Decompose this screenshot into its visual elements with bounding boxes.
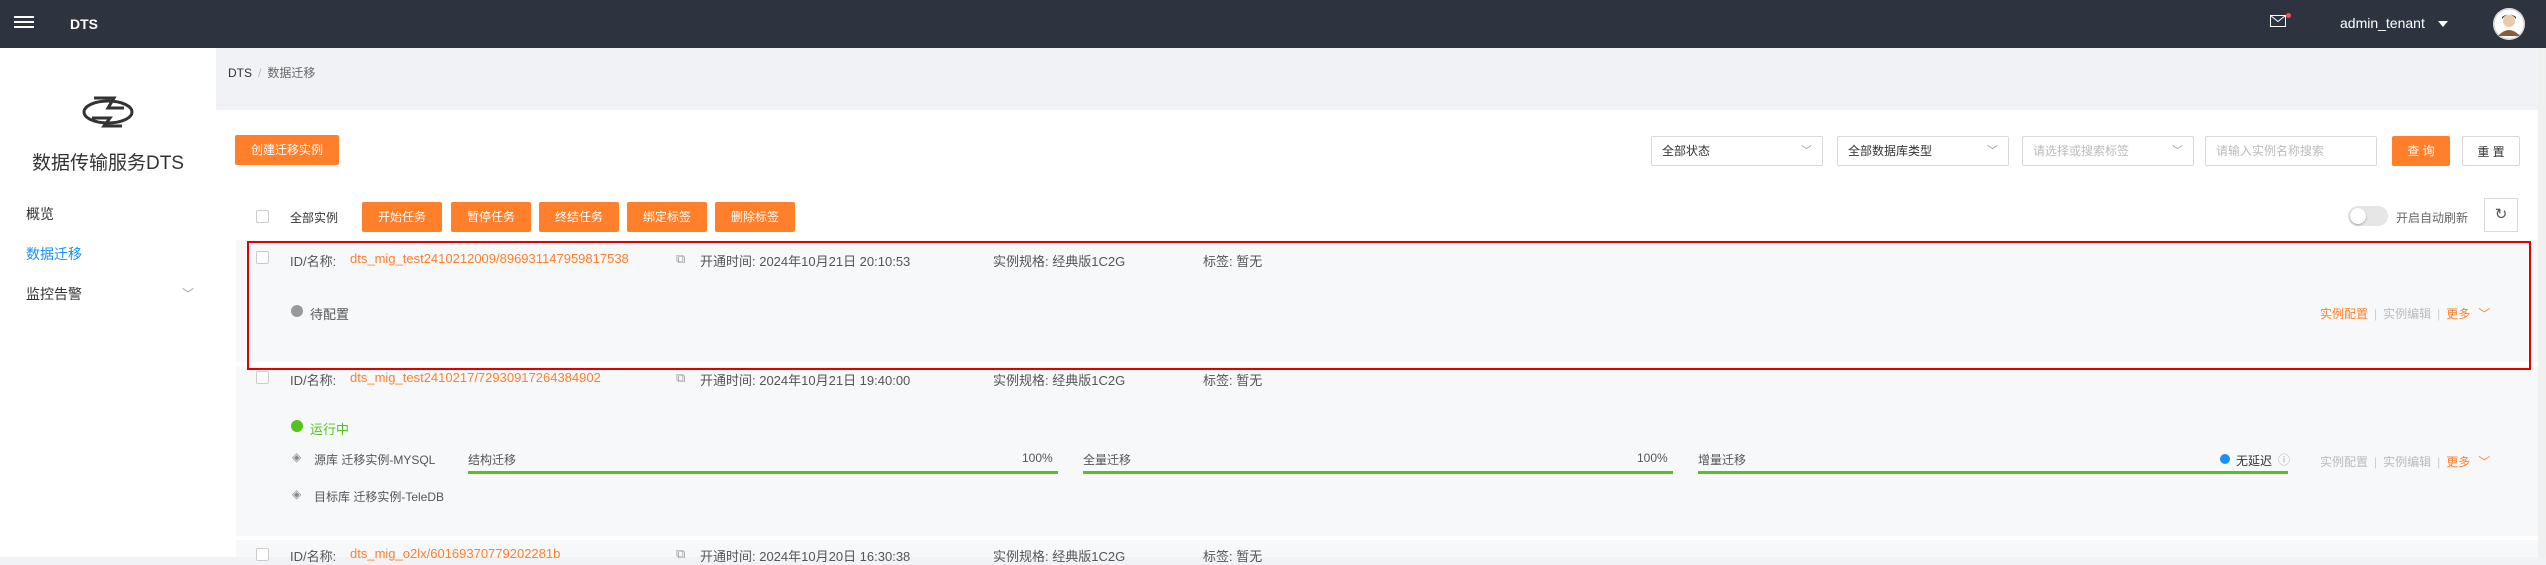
start-task-button[interactable]: 开始任务 (362, 202, 442, 232)
chevron-down-icon: ﹀ (2172, 145, 2183, 157)
query-button[interactable]: 查 询 (2392, 136, 2450, 166)
breadcrumb-current: 数据迁移 (267, 66, 316, 80)
auto-refresh-toggle[interactable] (2348, 206, 2388, 226)
sidebar-item-migration[interactable]: 数据迁移 (0, 234, 216, 274)
stop-task-button[interactable]: 终结任务 (539, 202, 619, 232)
pending-status-icon (291, 305, 303, 317)
delete-tag-button[interactable]: 删除标签 (715, 202, 795, 232)
chevron-down-icon[interactable]: ﹀ (2478, 307, 2490, 321)
sidebar-item-label: 监控告警 (26, 286, 82, 302)
breadcrumb-root[interactable]: DTS (228, 66, 252, 80)
instance-row (236, 540, 2546, 557)
chevron-down-icon[interactable]: ﹀ (2478, 455, 2490, 469)
stage-percent: 100% (1637, 451, 1668, 465)
mail-icon[interactable] (2270, 13, 2291, 29)
sidebar: 数据传输服务DTS 概览 数据迁移 监控告警 ﹀ (0, 48, 216, 557)
copy-icon[interactable]: ⧉ (676, 370, 685, 386)
open-time: 开通时间: 2024年10月21日 20:10:53 (700, 254, 911, 269)
edit-link: 实例编辑 (2383, 307, 2432, 321)
instance-id-link[interactable]: dts_mig_o2lx/60169370779202281b (350, 546, 560, 561)
row-checkbox[interactable] (256, 548, 269, 561)
avatar[interactable] (2493, 8, 2525, 40)
running-status-icon (291, 420, 303, 432)
sidebar-item-overview[interactable]: 概览 (0, 194, 216, 234)
brand-title: 数据传输服务DTS (31, 153, 184, 174)
stage-label: 增量迁移 (1698, 453, 1747, 467)
target-db: 目标库 迁移实例-TeleDB (314, 490, 445, 504)
copy-icon[interactable]: ⧉ (676, 251, 685, 267)
row-checkbox[interactable] (256, 371, 269, 384)
latency-status-icon (2220, 454, 2230, 464)
open-time: 开通时间: 2024年10月20日 16:30:38 (700, 549, 911, 564)
user-caret-down-icon[interactable] (2438, 21, 2448, 27)
dts-logo-icon (80, 88, 136, 135)
source-db: 源库 迁移实例-MYSQL (314, 453, 436, 467)
bind-tag-button[interactable]: 绑定标签 (627, 202, 707, 232)
chevron-down-icon: ﹀ (1987, 145, 1998, 157)
full-progress-bar (1083, 471, 1673, 474)
instance-spec: 实例规格: 经典版1C2G (993, 254, 1126, 269)
select-all-checkbox[interactable] (256, 210, 269, 223)
sidebar-item-label: 数据迁移 (26, 246, 82, 262)
breadcrumb: DTS / 数据迁移 (228, 66, 316, 80)
more-link[interactable]: 更多 (2446, 455, 2470, 469)
instance-tag: 标签: 暂无 (1203, 549, 1263, 564)
instance-spec: 实例规格: 经典版1C2G (993, 549, 1126, 564)
instance-tag: 标签: 暂无 (1203, 373, 1263, 388)
refresh-icon[interactable]: ↻ (2484, 198, 2518, 232)
top-navbar: DTS admin_tenant (0, 0, 2546, 48)
instance-spec: 实例规格: 经典版1C2G (993, 373, 1126, 388)
id-label: ID/名称: (290, 254, 337, 269)
tag-select[interactable]: 请选择或搜索标签 ﹀ (2022, 136, 2194, 166)
edit-link: 实例编辑 (2383, 455, 2432, 469)
open-time: 开通时间: 2024年10月21日 19:40:00 (700, 373, 911, 388)
chevron-down-icon: ﹀ (1801, 145, 1812, 157)
instance-row (236, 366, 2546, 536)
auto-refresh-label: 开启自动刷新 (2396, 211, 2469, 225)
structure-progress-bar (468, 471, 1058, 474)
row-checkbox[interactable] (256, 251, 269, 264)
sidebar-item-label: 概览 (26, 206, 54, 222)
status-select[interactable]: 全部状态 ﹀ (1651, 136, 1823, 166)
copy-icon[interactable]: ⧉ (676, 546, 685, 562)
help-icon[interactable]: ⓘ (2278, 451, 2290, 468)
stage-percent: 100% (1022, 451, 1053, 465)
target-db-icon: ◈ (292, 487, 302, 501)
app-title: DTS (70, 16, 98, 32)
all-instances-label: 全部实例 (290, 211, 339, 225)
more-link[interactable]: 更多 (2446, 307, 2470, 321)
configure-link: 实例配置 (2320, 455, 2369, 469)
stage-label: 结构迁移 (468, 453, 517, 467)
chevron-down-icon: ﹀ (181, 287, 194, 301)
hamburger-menu-icon[interactable] (14, 13, 34, 33)
reset-button[interactable]: 重 置 (2462, 136, 2520, 166)
id-label: ID/名称: (290, 549, 337, 564)
notification-dot (2286, 13, 2291, 18)
id-label: ID/名称: (290, 373, 337, 388)
sidebar-item-monitoring[interactable]: 监控告警 ﹀ (0, 274, 216, 314)
db-type-select[interactable]: 全部数据库类型 ﹀ (1837, 136, 2009, 166)
row-actions: 实例配置 | 实例编辑 | 更多 ﹀ (2320, 455, 2491, 469)
instance-id-link[interactable]: dts_mig_test2410212009/89693114795981753… (350, 251, 629, 266)
instance-status: 待配置 (310, 307, 350, 322)
instance-tag: 标签: 暂无 (1203, 254, 1263, 269)
username-dropdown[interactable]: admin_tenant (2340, 15, 2425, 31)
row-actions: 实例配置 | 实例编辑 | 更多 ﹀ (2320, 307, 2491, 321)
source-db-icon: ◈ (292, 450, 302, 464)
configure-link[interactable]: 实例配置 (2320, 307, 2368, 321)
create-instance-button[interactable]: 创建迁移实例 (235, 135, 339, 165)
instance-status: 运行中 (310, 422, 350, 437)
instance-id-link[interactable]: dts_mig_test2410217/72930917264384902 (350, 370, 601, 385)
search-input[interactable]: 请输入实例名称搜索 (2205, 136, 2377, 166)
latency-label: 无延迟 (2236, 454, 2273, 468)
incremental-progress-bar (1698, 471, 2288, 474)
scrollbar[interactable] (2538, 48, 2546, 557)
stage-label: 全量迁移 (1083, 453, 1132, 467)
pause-task-button[interactable]: 暂停任务 (451, 202, 531, 232)
